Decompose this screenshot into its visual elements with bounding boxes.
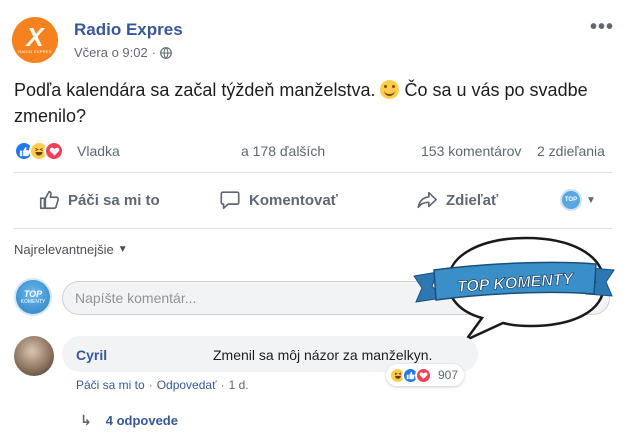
- reactions-summary: Vladka a 178 ďalších 153 komentárov 2 zd…: [14, 140, 612, 162]
- divider-bottom: [14, 228, 612, 229]
- commenter-avatar[interactable]: TOP KOMENTY: [14, 278, 52, 316]
- divider-top: [14, 172, 612, 173]
- view-replies-link[interactable]: ↳ 4 odpovede: [80, 412, 178, 429]
- post-as-selector[interactable]: TOP ▼: [560, 182, 596, 218]
- share-button[interactable]: Zdieľať: [416, 182, 498, 218]
- share-arrow-icon: [417, 191, 437, 209]
- like-button-label: Páči sa mi to: [68, 191, 160, 209]
- globe-icon[interactable]: [160, 46, 172, 59]
- comment-reactions[interactable]: 907: [386, 364, 465, 386]
- logo-subtext: RADIO EXPRES: [18, 49, 52, 54]
- comment-age[interactable]: 1 d.: [229, 378, 249, 392]
- meta-separator: ·: [220, 378, 225, 392]
- comment-reaction-count: 907: [438, 368, 459, 382]
- post-message: Podľa kalendára sa začal týždeň manželst…: [14, 77, 604, 129]
- shares-count[interactable]: 2 zdieľania: [537, 143, 605, 159]
- more-options-icon[interactable]: •••: [590, 16, 614, 39]
- reactor-others-count[interactable]: a 178 ďalších: [241, 143, 325, 159]
- comment-button[interactable]: Komentovať: [219, 182, 338, 218]
- facebook-post: X RADIO EXPRES Radio Expres Včera o 9:02…: [0, 0, 626, 440]
- logo-mark: X: [26, 22, 44, 52]
- comment-author-name[interactable]: Cyril: [76, 347, 107, 363]
- comment-meta: Páči sa mi to · Odpovedať · 1 d.: [76, 378, 249, 392]
- caret-down-icon: ▼: [117, 244, 128, 255]
- love-reaction-icon: [44, 141, 64, 161]
- reaction-icons[interactable]: [14, 141, 64, 161]
- chevron-down-icon: ▼: [586, 194, 596, 206]
- thumbs-up-icon: [39, 190, 60, 210]
- comment-sort-dropdown[interactable]: Najrelevantnejšie ▼: [14, 242, 128, 257]
- comments-count[interactable]: 153 komentárov: [421, 143, 521, 159]
- comment-like-link[interactable]: Páči sa mi to: [76, 378, 145, 392]
- post-timestamp[interactable]: Včera o 9:02: [74, 45, 148, 60]
- love-reaction-icon: [415, 366, 432, 384]
- timestamp-separator: ·: [151, 45, 157, 60]
- meta-separator: ·: [148, 378, 153, 392]
- comment-author-avatar[interactable]: [14, 336, 54, 376]
- sort-label: Najrelevantnejšie: [14, 242, 114, 257]
- reply-arrow-icon: ↳: [80, 412, 92, 428]
- avatar-text-bottom: KOMENTY: [20, 299, 46, 305]
- top-komenty-badge: TOP KOMENTY: [413, 236, 615, 344]
- comment-text: Zmenil sa môj názor za manželkyn.: [213, 347, 433, 363]
- reactor-name[interactable]: Vladka: [77, 143, 120, 159]
- avatar-text-top: TOP: [23, 289, 43, 299]
- like-button[interactable]: Páči sa mi to: [38, 182, 160, 218]
- page-avatar[interactable]: X RADIO EXPRES: [12, 17, 58, 63]
- replies-label: 4 odpovede: [105, 413, 178, 428]
- smiling-face-emoji-icon: [380, 80, 400, 99]
- comment-button-label: Komentovať: [249, 191, 338, 209]
- post-text-part1: Podľa kalendára sa začal týždeň manželst…: [14, 80, 376, 100]
- comment-reply-link[interactable]: Odpovedať: [157, 378, 217, 392]
- comment-reaction-icons: [389, 366, 432, 384]
- viewer-avatar: TOP: [560, 189, 582, 211]
- share-button-label: Zdieľať: [446, 191, 499, 209]
- post-actions-bar: Páči sa mi to Komentovať Zdieľať TOP ▼: [14, 182, 612, 218]
- post-timestamp-row: Včera o 9:02 ·: [74, 45, 172, 60]
- page-name-link[interactable]: Radio Expres: [74, 20, 183, 40]
- speech-bubble-icon: [220, 191, 240, 210]
